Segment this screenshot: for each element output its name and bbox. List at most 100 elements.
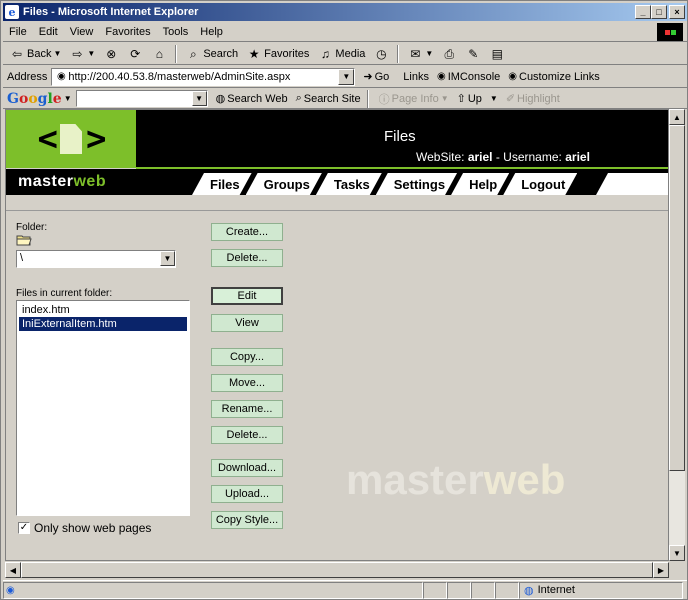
address-label: Address xyxy=(7,70,48,83)
open-folder-icon[interactable] xyxy=(16,234,32,246)
search-web-button[interactable]: ◍ Search Web xyxy=(216,92,288,106)
menu-edit[interactable]: Edit xyxy=(33,26,64,38)
scroll-left-icon[interactable]: ◀ xyxy=(5,562,21,578)
folder-dropdown-icon[interactable]: ▼ xyxy=(160,251,175,266)
nav-fill xyxy=(596,173,668,195)
view-button[interactable]: View xyxy=(211,314,283,332)
search-site-button[interactable]: ⌕ Search Site xyxy=(296,92,361,105)
favorites-button[interactable]: ★ Favorites xyxy=(244,46,311,62)
file-list[interactable]: index.htm IniExternalItem.htm xyxy=(16,300,190,516)
folder-delete-button[interactable]: Delete... xyxy=(211,249,283,267)
page-info-button[interactable]: ⓘ Page Info ▼ xyxy=(379,91,449,107)
forward-dropdown-icon[interactable]: ▼ xyxy=(87,49,95,58)
link-customize-label: Customize Links xyxy=(519,70,600,83)
horizontal-scrollbar[interactable]: ◀ ▶ xyxy=(5,562,669,578)
download-button[interactable]: Download... xyxy=(211,459,283,477)
google-search-input[interactable]: ▼ xyxy=(75,90,208,107)
link-page-icon: ◉ xyxy=(508,71,517,82)
vertical-scrollbar[interactable]: ▲ ▼ xyxy=(669,109,685,561)
upload-button[interactable]: Upload... xyxy=(211,485,283,503)
nav-logout-label: Logout xyxy=(521,176,566,192)
move-button[interactable]: Move... xyxy=(211,374,283,392)
page-content: < > Files WebSite: ariel - Username: arie… xyxy=(5,109,669,561)
up-dropdown-icon[interactable]: ▼ xyxy=(490,94,498,103)
google-menu-dropdown-icon[interactable]: ▼ xyxy=(64,94,72,103)
edit-button[interactable]: Edit xyxy=(211,287,283,305)
link-imconsole[interactable]: ◉ IMConsole xyxy=(437,71,500,83)
scroll-down-icon[interactable]: ▼ xyxy=(669,545,685,561)
status-cell xyxy=(423,581,447,599)
delete-button[interactable]: Delete... xyxy=(211,426,283,444)
rename-button[interactable]: Rename... xyxy=(211,400,283,418)
scroll-up-icon[interactable]: ▲ xyxy=(669,109,685,125)
media-icon: ♫ xyxy=(320,46,330,61)
minimize-button[interactable]: _ xyxy=(635,5,651,19)
google-search-dropdown-icon[interactable]: ▼ xyxy=(191,91,207,106)
scroll-right-icon[interactable]: ▶ xyxy=(653,562,669,578)
edit-page-button[interactable]: ✎ xyxy=(463,46,483,62)
nav-groups[interactable]: Groups xyxy=(246,173,322,195)
edit-page-icon: ✎ xyxy=(468,46,479,61)
horizontal-scroll-thumb[interactable] xyxy=(21,562,653,578)
menu-file[interactable]: File xyxy=(3,26,33,38)
stop-button[interactable]: ⊗ xyxy=(101,46,121,62)
menu-bar: File Edit View Favorites Tools Help xyxy=(3,22,687,42)
mail-button[interactable]: ✉ ▼ xyxy=(405,46,435,62)
history-button[interactable]: ◷ xyxy=(371,46,391,62)
only-web-pages-checkbox[interactable]: ✓ xyxy=(18,522,30,534)
menu-tools[interactable]: Tools xyxy=(157,26,195,38)
links-label[interactable]: Links xyxy=(403,71,429,83)
refresh-button[interactable]: ⟳ xyxy=(125,46,145,62)
go-button[interactable]: ➜ Go xyxy=(363,70,389,84)
mail-dropdown-icon[interactable]: ▼ xyxy=(425,49,433,58)
link-customize[interactable]: ◉ Customize Links xyxy=(508,71,599,83)
nav-tasks[interactable]: Tasks xyxy=(316,173,382,195)
media-button[interactable]: ♫ Media xyxy=(315,46,367,62)
search-site-icon: ⌕ xyxy=(295,92,302,104)
folder-create-button[interactable]: Create... xyxy=(211,223,283,241)
only-web-pages-option[interactable]: ✓ Only show web pages xyxy=(18,521,151,535)
page-info-dropdown-icon: ▼ xyxy=(440,94,449,103)
nav-settings[interactable]: Settings xyxy=(376,173,457,195)
masterweb-watermark: masterweb xyxy=(346,456,565,504)
list-item[interactable]: index.htm xyxy=(19,303,187,317)
print-button[interactable]: ⎙ xyxy=(439,46,459,62)
maximize-button[interactable]: □ xyxy=(651,5,667,19)
up-folder-icon: ⇧ xyxy=(456,93,466,105)
status-cell xyxy=(471,581,495,599)
nav-logout[interactable]: Logout xyxy=(503,173,577,195)
forward-button[interactable]: ⇨ ▼ xyxy=(67,46,97,62)
close-button[interactable]: × xyxy=(669,5,685,19)
nav-settings-label: Settings xyxy=(393,176,446,192)
stop-icon: ⊗ xyxy=(106,46,117,61)
folder-select[interactable]: \ ▼ xyxy=(16,250,176,268)
copy-button[interactable]: Copy... xyxy=(211,348,283,366)
menu-help[interactable]: Help xyxy=(194,26,229,38)
back-button[interactable]: ⇦ Back ▼ xyxy=(7,46,63,62)
back-dropdown-icon[interactable]: ▼ xyxy=(53,49,61,58)
site-logo: < > xyxy=(6,110,136,168)
up-button[interactable]: ⇧ Up ▼ xyxy=(456,92,498,106)
list-item[interactable]: IniExternalItem.htm xyxy=(19,317,187,331)
address-input[interactable]: ◉ http://200.40.53.8/masterweb/AdminSite… xyxy=(51,67,356,86)
home-button[interactable]: ⌂ xyxy=(149,46,169,62)
zone-label: Internet xyxy=(537,584,575,596)
nav-help[interactable]: Help xyxy=(451,173,509,195)
search-label: Search xyxy=(203,47,239,60)
google-logo[interactable]: Google xyxy=(7,91,62,107)
history-icon: ◷ xyxy=(376,46,387,61)
menu-favorites[interactable]: Favorites xyxy=(99,26,156,38)
vertical-scroll-thumb[interactable] xyxy=(669,125,685,471)
copy-style-button[interactable]: Copy Style... xyxy=(211,511,283,529)
page-done-icon: ◉ xyxy=(6,584,15,596)
highlight-button[interactable]: ✐ Highlight xyxy=(505,92,560,106)
highlighter-icon: ✐ xyxy=(505,93,516,105)
address-dropdown-icon[interactable]: ▼ xyxy=(338,68,355,85)
menu-view[interactable]: View xyxy=(64,26,100,38)
status-bar: ◉ ◍ Internet xyxy=(3,580,687,599)
discuss-button[interactable]: ▤ xyxy=(487,46,507,62)
nav-files[interactable]: Files xyxy=(192,173,252,195)
nav-files-label: Files xyxy=(210,176,240,192)
search-button[interactable]: ⌕ Search xyxy=(183,46,240,62)
brand-master: master xyxy=(18,173,74,190)
